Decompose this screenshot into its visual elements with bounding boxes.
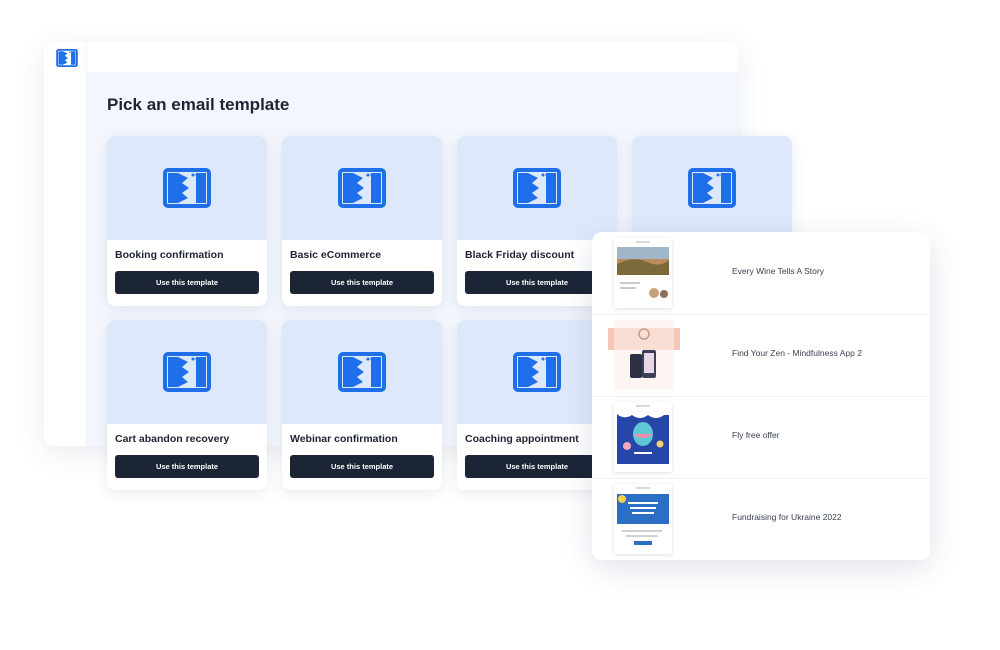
clickfunnels-logo-icon[interactable] — [56, 49, 78, 67]
fundraising-thumbnail — [614, 484, 672, 554]
template-list-panel: Every Wine Tells A Story Find Your Zen -… — [592, 232, 930, 560]
clickfunnels-logo-icon — [338, 352, 386, 392]
template-name: Coaching appointment — [465, 433, 579, 445]
sidebar — [44, 42, 87, 446]
use-template-button[interactable]: Use this template — [115, 271, 259, 294]
list-item[interactable]: Find Your Zen - Mindfulness App 2 — [592, 314, 930, 397]
template-list-name: Find Your Zen - Mindfulness App 2 — [732, 348, 862, 358]
fly-free-thumbnail — [614, 402, 672, 472]
page-title: Pick an email template — [107, 95, 290, 114]
template-name: Basic eCommerce — [290, 249, 382, 261]
clickfunnels-logo-icon — [163, 352, 211, 392]
template-list-name: Fundraising for Ukraine 2022 — [732, 512, 842, 522]
template-card[interactable]: Webinar confirmation Use this template — [282, 320, 442, 490]
template-name: Booking confirmation — [115, 249, 224, 261]
top-bar — [44, 42, 738, 72]
template-card[interactable]: Cart abandon recovery Use this template — [107, 320, 267, 490]
template-list-name: Fly free offer — [732, 430, 780, 440]
card-thumbnail — [457, 136, 617, 240]
zen-app-thumbnail — [606, 320, 682, 390]
template-name: Webinar confirmation — [290, 433, 398, 445]
template-card[interactable]: Booking confirmation Use this template — [107, 136, 267, 306]
card-thumbnail — [107, 320, 267, 424]
card-thumbnail — [632, 136, 792, 240]
list-item[interactable]: Every Wine Tells A Story — [592, 232, 930, 315]
template-name: Black Friday discount — [465, 249, 575, 261]
card-thumbnail — [282, 320, 442, 424]
use-template-button[interactable]: Use this template — [465, 455, 609, 478]
card-thumbnail — [107, 136, 267, 240]
clickfunnels-logo-icon — [513, 168, 561, 208]
use-template-button[interactable]: Use this template — [290, 271, 434, 294]
list-item[interactable]: Fundraising for Ukraine 2022 — [592, 478, 930, 560]
list-item[interactable]: Fly free offer — [592, 396, 930, 479]
clickfunnels-logo-icon — [513, 352, 561, 392]
template-card[interactable]: Basic eCommerce Use this template — [282, 136, 442, 306]
template-list-name: Every Wine Tells A Story — [732, 266, 824, 276]
clickfunnels-logo-icon — [688, 168, 736, 208]
use-template-button[interactable]: Use this template — [465, 271, 609, 294]
wine-email-thumbnail — [614, 238, 672, 308]
clickfunnels-logo-icon — [338, 168, 386, 208]
clickfunnels-logo-icon — [163, 168, 211, 208]
template-name: Cart abandon recovery — [115, 433, 230, 445]
card-thumbnail — [282, 136, 442, 240]
use-template-button[interactable]: Use this template — [115, 455, 259, 478]
use-template-button[interactable]: Use this template — [290, 455, 434, 478]
